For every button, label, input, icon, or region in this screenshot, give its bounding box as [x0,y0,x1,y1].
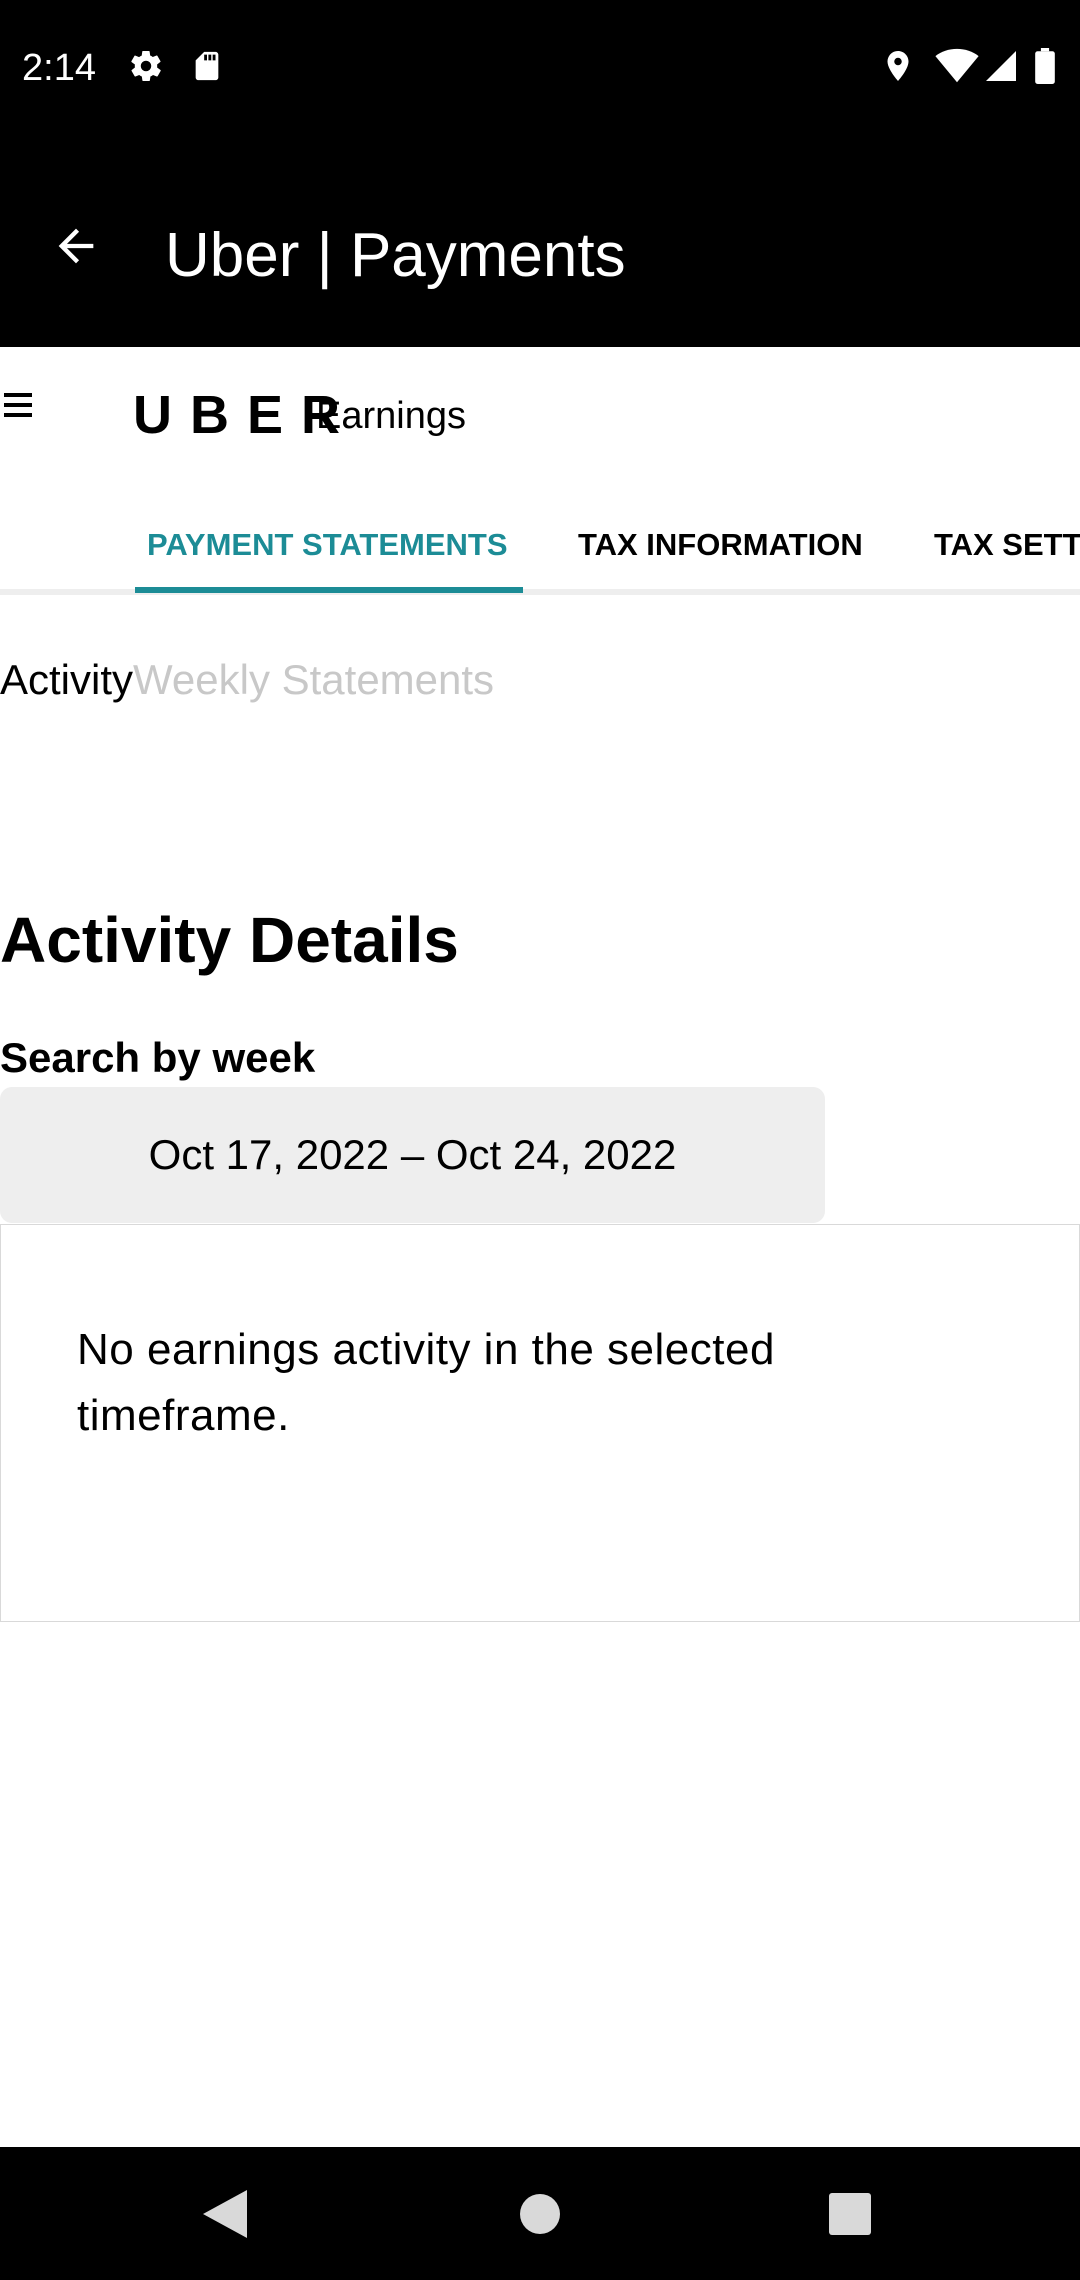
date-range-value: Oct 17, 2022 – Oct 24, 2022 [148,1131,677,1178]
back-triangle-icon [203,2189,247,2238]
subtab-activity[interactable]: Activity [0,656,133,703]
sub-tabs: ActivityWeekly Statements [0,650,494,710]
earnings-label: Earnings [316,395,466,437]
sd-card-icon [190,48,224,89]
recents-square-icon [829,2192,871,2235]
status-bar: 2:14 [0,0,1080,136]
web-header: UBER Earnings [0,347,1080,477]
tab-payment-statements[interactable]: PAYMENT STATEMENTS [147,525,508,565]
nav-recents-button[interactable] [780,2147,920,2280]
hamburger-menu-icon[interactable] [4,393,36,425]
tab-bar: PAYMENT STATEMENTS TAX INFORMATION TAX S… [0,477,1080,597]
app-title: Uber | Payments [165,221,626,290]
tab-tax-information[interactable]: TAX INFORMATION [578,525,863,565]
subtab-weekly-statements[interactable]: Weekly Statements [133,656,494,703]
settings-icon [128,48,164,89]
app-bar: Uber | Payments [0,136,1080,347]
arrow-left-icon [58,228,94,264]
page-title: Activity Details [0,904,459,976]
active-tab-indicator [135,587,523,593]
empty-state-message: No earnings activity in the selected tim… [77,1325,775,1440]
battery-icon [1034,48,1056,89]
back-button[interactable] [36,206,116,286]
navigation-bar [0,2147,1080,2280]
week-date-picker[interactable]: Oct 17, 2022 – Oct 24, 2022 [0,1087,825,1223]
screen: 2:14 Uber | Payments UBER Earnings PAYME… [0,0,1080,2280]
results-card: No earnings activity in the selected tim… [0,1224,1080,1622]
home-circle-icon [520,2193,560,2234]
location-icon [880,48,916,89]
tab-tax-settings[interactable]: TAX SETT [934,525,1080,565]
nav-home-button[interactable] [470,2147,610,2280]
wifi-icon [935,48,979,89]
cell-signal-icon [983,48,1019,89]
search-by-week-label: Search by week [0,1034,316,1081]
status-time: 2:14 [22,47,96,89]
nav-back-button[interactable] [155,2147,295,2280]
